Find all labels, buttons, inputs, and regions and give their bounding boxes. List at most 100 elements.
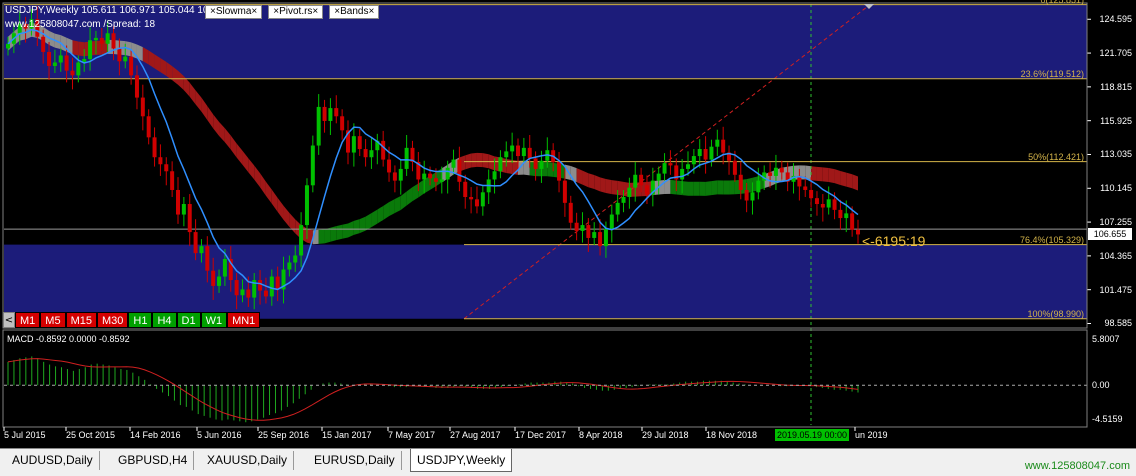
timeframe-mn1[interactable]: MN1 <box>227 312 261 328</box>
candle-body <box>146 116 151 138</box>
candle-body <box>299 225 304 256</box>
cloud-segment <box>547 162 554 177</box>
x-tick-label: 8 Apr 2018 <box>579 430 623 440</box>
candle-body <box>117 48 122 62</box>
y-tick-label: 113.035 <box>1100 149 1132 160</box>
candle-body <box>310 145 315 186</box>
candle-body <box>369 150 374 158</box>
tab-gbpusd[interactable]: GBPUSD,H4 <box>112 451 195 470</box>
macd-tick-bottom: -4.5159 <box>1092 414 1123 424</box>
cloud-segment <box>242 150 249 173</box>
candle-body <box>697 149 702 157</box>
candle-body <box>433 178 438 182</box>
x-tick-label: 5 Jul 2015 <box>4 430 46 440</box>
cloud-segment <box>828 167 835 184</box>
timeframe-collapse-icon[interactable]: < <box>3 312 15 328</box>
candle-body <box>263 290 268 297</box>
y-tick-label: 118.815 <box>1100 81 1132 92</box>
candle-body <box>574 222 579 231</box>
timeframe-w1[interactable]: W1 <box>200 312 228 328</box>
y-tick-label: 98.585 <box>1104 318 1132 329</box>
candle-body <box>557 161 562 181</box>
candle-body <box>480 192 485 207</box>
timeframe-m1[interactable]: M1 <box>15 312 41 328</box>
tab-audusd[interactable]: AUDUSD,Daily <box>6 451 100 470</box>
cloud-segment <box>840 171 847 187</box>
cloud-segment <box>195 90 202 112</box>
y-tick-label: 115.925 <box>1100 115 1132 126</box>
candle-body <box>773 167 778 176</box>
cloud-segment <box>359 216 366 234</box>
candle-body <box>99 37 104 44</box>
tab-usdjpy[interactable]: USDJPY,Weekly <box>410 449 513 472</box>
candle-body <box>521 147 526 157</box>
candle-body <box>504 151 509 158</box>
candle-body <box>47 51 52 66</box>
price-chart[interactable] <box>0 0 1136 448</box>
candle-body <box>721 139 726 153</box>
candle-body <box>510 145 515 152</box>
candle-body <box>381 140 386 160</box>
candle-body <box>152 137 157 158</box>
candle-body <box>680 168 685 180</box>
timeframe-m5[interactable]: M5 <box>40 312 66 328</box>
cloud-segment <box>705 181 712 196</box>
candle-body <box>850 213 855 230</box>
x-tick-label: un 2019 <box>855 430 888 440</box>
cloud-segment <box>617 180 624 196</box>
cloud-segment <box>688 181 694 196</box>
candle-body <box>199 246 204 254</box>
timeframe-h1[interactable]: H1 <box>128 312 153 328</box>
timeframe-m15[interactable]: M15 <box>65 312 97 328</box>
timeframe-d1[interactable]: D1 <box>176 312 201 328</box>
indicator-bands[interactable]: ×Bands× <box>329 5 380 19</box>
x-tick-label: 25 Sep 2016 <box>258 430 310 440</box>
candle-body <box>187 204 192 233</box>
x-tick-label: 5 Jun 2016 <box>197 430 242 440</box>
candle-body <box>756 180 761 193</box>
cloud-segment <box>676 180 683 196</box>
candle-body <box>668 163 673 166</box>
candle-body <box>451 159 456 168</box>
candle-body <box>498 157 503 172</box>
y-tick-label: 107.255 <box>1099 217 1132 228</box>
cloud-segment <box>811 166 817 181</box>
cloud-segment <box>201 97 208 121</box>
cloud-segment <box>816 166 823 182</box>
indicator-pivot[interactable]: ×Pivot.rs× <box>268 5 324 19</box>
candle-body <box>217 276 222 286</box>
candle-body <box>93 37 98 41</box>
cloud-segment <box>342 223 348 239</box>
x-tick-label: 29 Jul 2018 <box>642 430 689 440</box>
timeframe-h4[interactable]: H4 <box>152 312 177 328</box>
cloud-segment <box>723 180 730 195</box>
candle-body <box>779 167 784 173</box>
cloud-segment <box>394 195 401 213</box>
candle-body <box>463 181 468 197</box>
candle-body <box>639 174 644 186</box>
tab-xauusd[interactable]: XAUUSD,Daily <box>201 451 295 470</box>
candle-body <box>52 62 57 66</box>
candle-body <box>820 204 825 208</box>
timeframe-bar: < M1 M5 M15 M30 H1 H4 D1 W1 MN1 <box>3 312 261 328</box>
timeframe-m30[interactable]: M30 <box>96 312 129 328</box>
candle-body <box>656 173 661 181</box>
candle-body <box>269 276 274 297</box>
candle-body <box>357 136 362 150</box>
candle-body <box>586 225 591 238</box>
candle-body <box>644 185 649 195</box>
cloud-segment <box>365 213 372 231</box>
fib-label: 76.4%(105.329) <box>1019 234 1084 245</box>
candle-body <box>744 189 749 201</box>
cloud-segment <box>834 169 841 186</box>
cloud-segment <box>852 174 858 191</box>
candle-body <box>205 246 210 271</box>
cloud-segment <box>594 174 601 192</box>
tab-eurusd[interactable]: EURUSD,Daily <box>308 451 402 470</box>
candle-body <box>457 159 462 182</box>
candle-body <box>105 33 110 44</box>
candle-body <box>803 186 808 190</box>
candle-body <box>322 106 327 121</box>
cloud-segment <box>846 172 853 189</box>
indicator-slowma[interactable]: ×Slowma× <box>205 5 263 19</box>
